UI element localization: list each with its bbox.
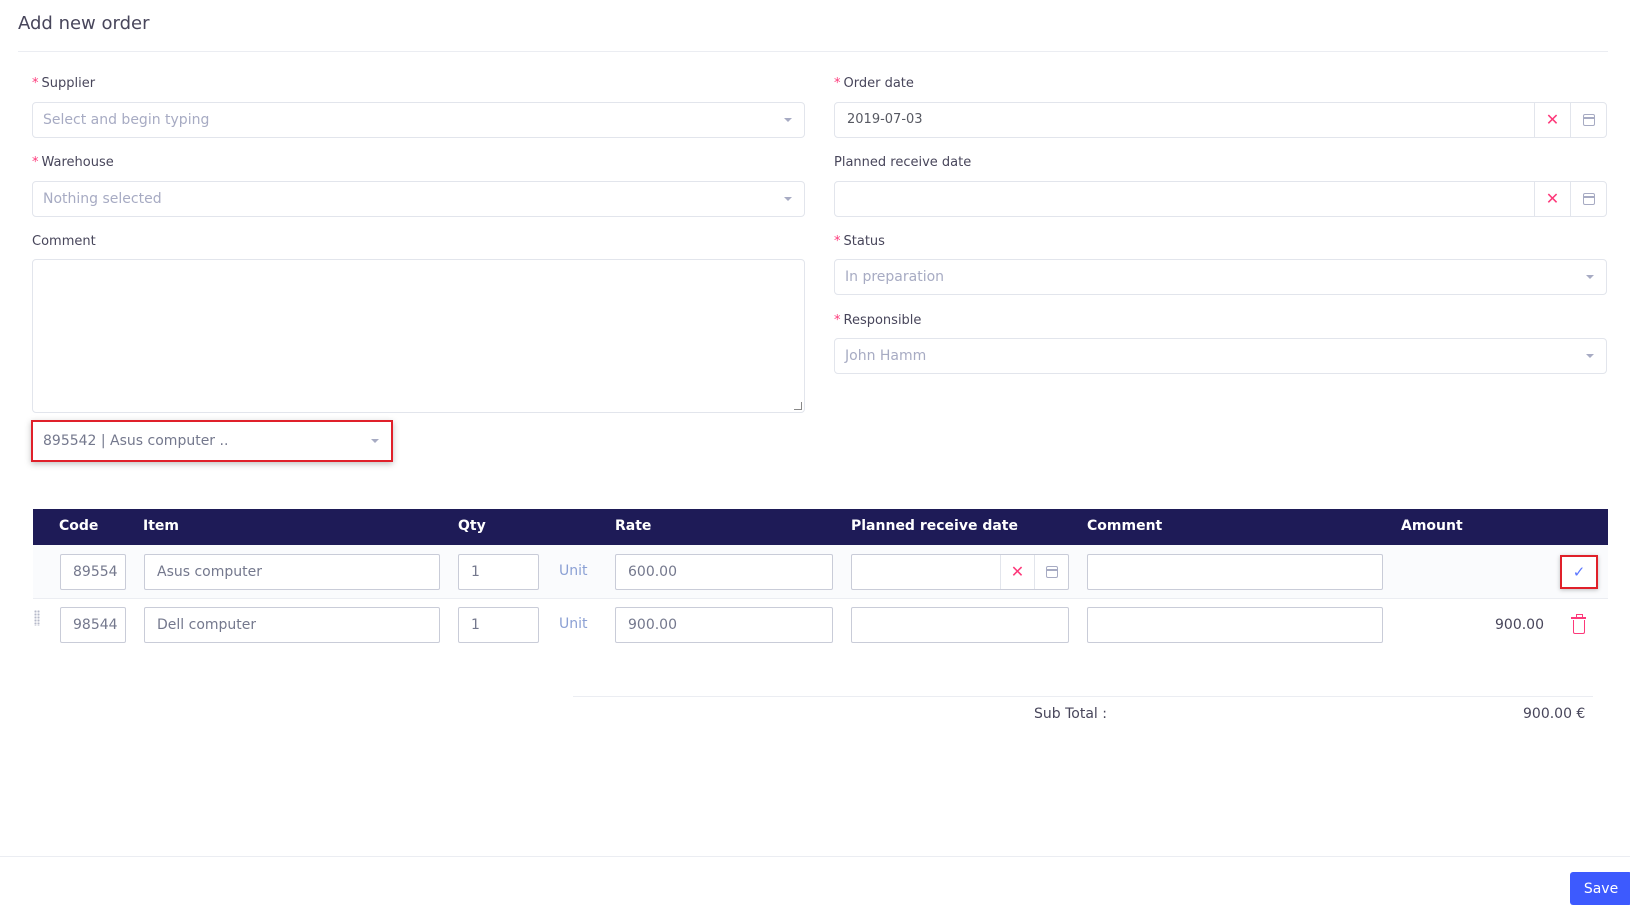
required-mark: * <box>834 76 841 91</box>
subtotal-divider <box>573 696 1593 697</box>
confirm-row-button[interactable]: ✓ <box>1560 555 1598 589</box>
comment-textarea[interactable] <box>32 259 805 413</box>
responsible-value: John Hamm <box>845 348 927 364</box>
comment-label: Comment <box>32 234 96 249</box>
order-date-clear-button[interactable]: ✕ <box>1534 103 1570 137</box>
warehouse-label: * Warehouse <box>32 155 114 170</box>
order-items-table-header: Code Item Qty Rate Planned receive date … <box>33 509 1608 545</box>
row-code-input[interactable]: 98544 <box>60 607 126 643</box>
trash-icon[interactable] <box>1571 614 1586 634</box>
subtotal-value: 900.00 € <box>1523 706 1586 722</box>
row-unit-link[interactable]: Unit <box>559 616 588 632</box>
check-icon: ✓ <box>1572 563 1586 581</box>
chevron-down-icon <box>1586 275 1594 279</box>
row-qty-input[interactable]: 1 <box>458 554 539 590</box>
calendar-icon <box>1045 566 1058 578</box>
row-amount: 900.00 <box>1495 617 1544 633</box>
column-header-qty: Qty <box>458 518 486 534</box>
row-unit-link[interactable]: Unit <box>559 563 588 579</box>
order-date-input[interactable]: 2019-07-03 ✕ <box>834 102 1607 138</box>
calendar-icon <box>1582 193 1595 205</box>
order-date-value: 2019-07-03 <box>847 112 923 127</box>
close-icon: ✕ <box>1545 110 1560 129</box>
row-item-input[interactable]: Asus computer <box>144 554 440 590</box>
item-picker-select[interactable]: 895542 | Asus computer .. <box>31 420 393 462</box>
chevron-down-icon <box>784 197 792 201</box>
required-mark: * <box>834 313 841 328</box>
item-picker-value: 895542 | Asus computer .. <box>43 433 229 449</box>
column-header-planned-receive-date: Planned receive date <box>851 518 1018 534</box>
required-mark: * <box>32 76 39 91</box>
supplier-select[interactable]: Select and begin typing <box>32 102 805 138</box>
planned-receive-date-label: Planned receive date <box>834 155 972 170</box>
row-planned-date-input[interactable] <box>851 607 1069 643</box>
resize-handle[interactable] <box>794 402 802 410</box>
close-icon: ✕ <box>1545 189 1560 208</box>
supplier-label: * Supplier <box>32 76 96 91</box>
calendar-icon <box>1582 114 1595 126</box>
chevron-down-icon <box>784 118 792 122</box>
row-comment-input[interactable] <box>1087 554 1383 590</box>
title-divider <box>18 51 1608 52</box>
column-header-code: Code <box>59 518 99 534</box>
row-rate-input[interactable]: 600.00 <box>615 554 833 590</box>
row-date-calendar-button[interactable] <box>1034 555 1068 589</box>
page-title: Add new order <box>18 13 150 34</box>
footer-divider <box>0 856 1630 857</box>
required-mark: * <box>834 234 841 249</box>
column-header-comment: Comment <box>1087 518 1163 534</box>
row-qty-input[interactable]: 1 <box>458 607 539 643</box>
order-date-label: * Order date <box>834 76 914 91</box>
status-label: * Status <box>834 234 885 249</box>
order-date-calendar-button[interactable] <box>1570 103 1606 137</box>
column-header-rate: Rate <box>615 518 652 534</box>
required-mark: * <box>32 155 39 170</box>
chevron-down-icon <box>371 439 379 443</box>
planned-receive-date-input[interactable]: ✕ <box>834 181 1607 217</box>
drag-handle-icon[interactable] <box>34 610 40 626</box>
column-header-amount: Amount <box>1401 518 1463 534</box>
row-date-clear-button[interactable]: ✕ <box>1000 555 1034 589</box>
row-comment-input[interactable] <box>1087 607 1383 643</box>
row-divider <box>33 598 1608 599</box>
column-header-item: Item <box>143 518 179 534</box>
row-rate-input[interactable]: 900.00 <box>615 607 833 643</box>
chevron-down-icon <box>1586 354 1594 358</box>
warehouse-select[interactable]: Nothing selected <box>32 181 805 217</box>
close-icon: ✕ <box>1010 562 1025 581</box>
row-planned-date-input[interactable]: ✕ <box>851 554 1069 590</box>
responsible-label: * Responsible <box>834 313 922 328</box>
planned-date-clear-button[interactable]: ✕ <box>1534 182 1570 216</box>
warehouse-placeholder: Nothing selected <box>43 191 162 207</box>
save-button[interactable]: Save <box>1570 872 1630 905</box>
status-value: In preparation <box>845 269 945 285</box>
row-code-input[interactable]: 89554 <box>60 554 126 590</box>
subtotal-label: Sub Total : <box>1034 706 1107 722</box>
responsible-select[interactable]: John Hamm <box>834 338 1607 374</box>
status-select[interactable]: In preparation <box>834 259 1607 295</box>
planned-date-calendar-button[interactable] <box>1570 182 1606 216</box>
row-item-input[interactable]: Dell computer <box>144 607 440 643</box>
supplier-placeholder: Select and begin typing <box>43 112 210 128</box>
